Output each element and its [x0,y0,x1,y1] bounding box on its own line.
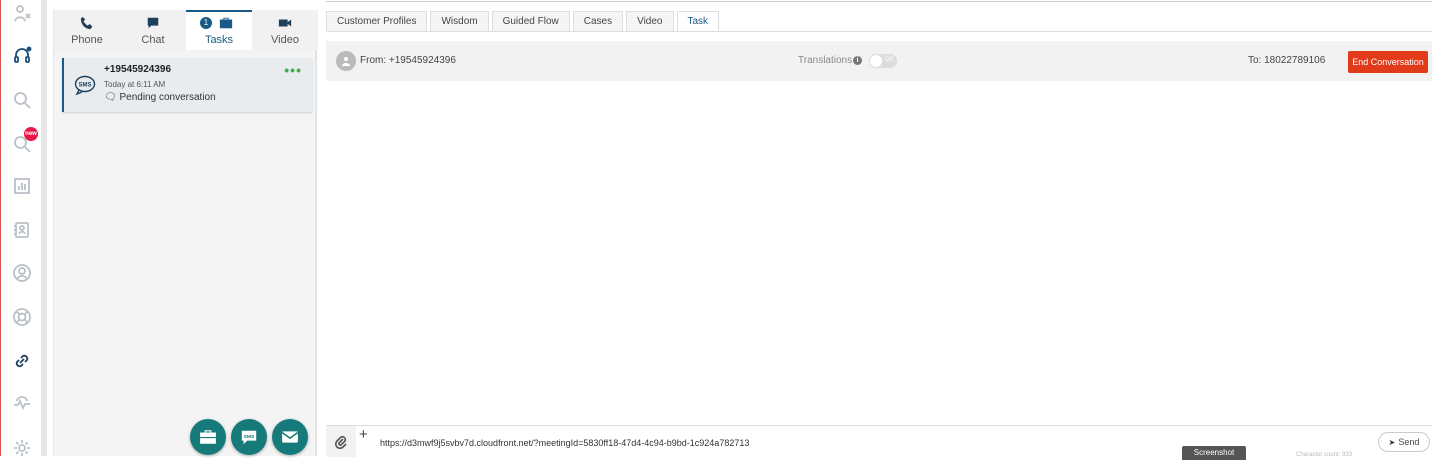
briefcase-icon [219,17,233,29]
chat-bubble-icon: 🗨︎ [104,92,117,103]
paperclip-icon [334,435,347,449]
tab-tasks-label: Tasks [204,34,234,46]
channel-tabs: Phone Chat 1 Tasks Video [54,10,318,50]
conversation-header: From: +19545924396 Translations i Off To… [326,41,1432,81]
message-input[interactable] [380,435,1200,451]
tab-guided-flow[interactable]: Guided Flow [491,11,570,32]
tab-phone-label: Phone [71,34,103,46]
end-conversation-button[interactable]: End Conversation [1348,51,1428,73]
sms-icon: SMS [241,430,257,445]
character-count: Character count: 933 [1296,452,1353,458]
person-icon [342,57,350,66]
screenshot-tooltip: Screenshot [1182,446,1246,460]
tasks-count-badge: 1 [200,17,212,29]
tab-chat[interactable]: Chat [120,10,186,50]
toggle-knob [870,55,882,67]
more-options-icon[interactable]: ••• [284,62,302,78]
attachment-button[interactable] [326,426,356,457]
task-status: 🗨︎ Pending conversation [104,92,216,103]
agent-icon[interactable] [11,3,33,25]
activity-icon[interactable] [11,393,33,415]
sms-bubble-icon: SMS [74,75,96,96]
phone-icon [80,16,93,30]
add-button[interactable]: + [359,426,368,443]
send-icon: ➤ [1388,438,1396,447]
to-number: To: 18022789106 [1248,55,1326,66]
tab-video[interactable]: Video [626,11,674,32]
tab-tasks[interactable]: 1 Tasks [186,10,252,50]
task-status-text: Pending conversation [119,92,216,103]
task-time: Today at 6:11 AM [104,80,166,89]
new-email-button[interactable] [272,419,308,455]
tab-video-label: Video [271,34,299,46]
headset-icon[interactable] [11,45,33,67]
contacts-icon[interactable] [11,219,33,241]
info-icon[interactable]: i [853,56,862,65]
task-phone-number: +19545924396 [104,64,172,75]
rail-divider [41,0,47,456]
translations-label: Translations [798,55,853,66]
send-button[interactable]: ➤ Send [1378,432,1430,452]
send-label: Send [1398,437,1420,447]
link-icon[interactable] [11,350,33,372]
user-icon[interactable] [11,262,33,284]
chat-icon [147,17,159,29]
tab-chat-label: Chat [141,34,165,46]
tab-phone[interactable]: Phone [54,10,120,50]
new-sms-button[interactable]: SMS [231,419,267,455]
tab-wisdom[interactable]: Wisdom [430,11,489,32]
svg-text:SMS: SMS [244,434,255,440]
tab-task[interactable]: Task [676,11,720,32]
content-tabs: Customer Profiles Wisdom Guided Flow Cas… [326,11,722,32]
video-icon [278,19,292,27]
svg-text:SMS: SMS [78,83,91,89]
channel-panel: Phone Chat 1 Tasks Video SMS +1954592439… [53,10,318,456]
new-task-button[interactable] [190,419,226,455]
email-icon [281,431,299,443]
task-card[interactable]: SMS +19545924396 Today at 6:11 AM 🗨︎ Pen… [62,58,312,112]
search-icon[interactable] [11,89,33,111]
message-composer: + Screenshot Character count: 933 ➤Send [326,425,1432,460]
from-number: From: +19545924396 [360,55,456,66]
left-nav-rail: new [0,0,41,456]
avatar [336,51,356,71]
translations-toggle[interactable]: Off [869,54,897,68]
briefcase-icon [200,430,216,444]
new-badge: new [24,127,38,141]
tab-customer-profiles[interactable]: Customer Profiles [326,11,428,32]
support-icon[interactable] [11,306,33,328]
reports-icon[interactable] [11,175,33,197]
toggle-state: Off [885,57,893,63]
tab-video[interactable]: Video [252,10,318,50]
tab-cases[interactable]: Cases [572,11,624,32]
tabs-divider [326,31,1432,32]
top-border [326,0,1432,2]
